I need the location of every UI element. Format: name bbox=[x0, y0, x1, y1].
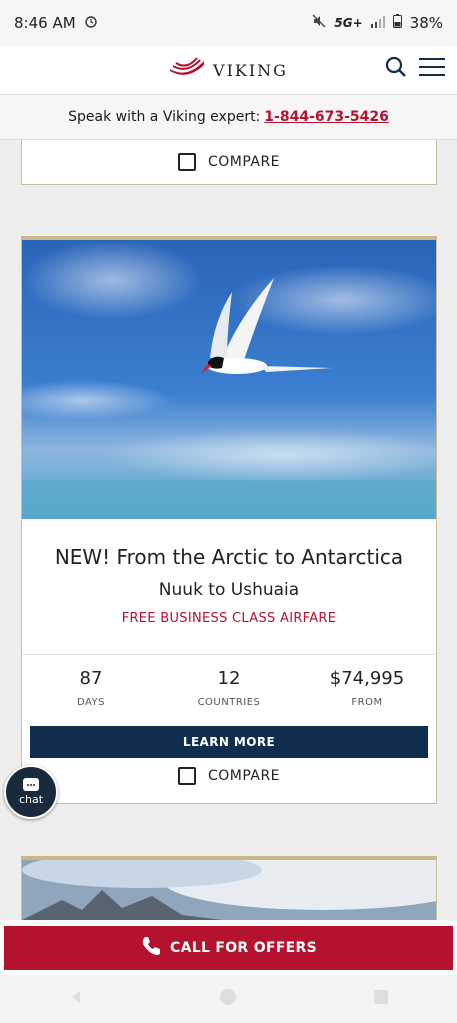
stat-countries: 12 COUNTRIES bbox=[160, 668, 298, 708]
viking-logo[interactable]: VIKING bbox=[169, 57, 288, 83]
network-label: 5G+ bbox=[334, 16, 363, 30]
mute-icon bbox=[312, 14, 326, 32]
status-time: 8:46 AM bbox=[14, 14, 76, 32]
chat-label: chat bbox=[18, 793, 44, 806]
expert-bar: Speak with a Viking expert: 1-844-673-54… bbox=[0, 94, 457, 140]
call-for-offers-button[interactable]: CALL FOR OFFERS bbox=[4, 926, 453, 970]
menu-icon[interactable] bbox=[419, 56, 445, 82]
expert-text: Speak with a Viking expert: bbox=[68, 109, 261, 125]
stat-value: 12 bbox=[217, 668, 241, 689]
checkbox-icon[interactable] bbox=[177, 767, 196, 785]
stat-label: FROM bbox=[351, 697, 383, 708]
alarm-icon bbox=[84, 14, 98, 32]
call-label: CALL FOR OFFERS bbox=[170, 940, 317, 956]
cruise-image-arctic-tern[interactable] bbox=[22, 240, 436, 519]
battery-icon bbox=[392, 14, 402, 32]
recents-icon[interactable] bbox=[373, 989, 389, 1009]
stat-label: COUNTRIES bbox=[197, 697, 261, 708]
system-nav-bar bbox=[0, 975, 457, 1023]
stat-label: DAYS bbox=[76, 697, 106, 708]
stat-value: $74,995 bbox=[329, 668, 405, 689]
signal-icon bbox=[370, 14, 385, 32]
compare-label: COMPARE bbox=[207, 768, 281, 784]
expert-phone-link[interactable]: 1-844-673-5426 bbox=[264, 109, 389, 125]
home-icon[interactable] bbox=[219, 988, 237, 1010]
checkbox-icon[interactable] bbox=[177, 153, 196, 171]
cruise-route: Nuuk to Ushuaia bbox=[158, 580, 300, 600]
cruise-list[interactable]: COMPARE NEW! From the Arctic to Antarcti… bbox=[0, 140, 457, 920]
compare-checkbox[interactable]: COMPARE bbox=[177, 153, 281, 171]
stat-price: $74,995 FROM bbox=[298, 668, 436, 708]
battery-percent: 38% bbox=[409, 14, 443, 32]
status-bar: 8:46 AM 5G+ 38% bbox=[0, 0, 457, 46]
longship-icon bbox=[169, 57, 205, 83]
brand-name: VIKING bbox=[213, 60, 288, 80]
phone-icon bbox=[140, 935, 162, 961]
promo-text: FREE BUSINESS CLASS AIRFARE bbox=[121, 611, 337, 626]
cruise-stats: 87 DAYS 12 COUNTRIES $74,995 FROM bbox=[22, 668, 436, 708]
next-card-image[interactable] bbox=[21, 856, 437, 920]
compare-checkbox[interactable]: COMPARE bbox=[177, 767, 281, 785]
site-header: VIKING bbox=[0, 46, 457, 94]
divider bbox=[22, 654, 436, 655]
previous-card: COMPARE bbox=[21, 140, 437, 185]
chat-button[interactable]: chat bbox=[4, 765, 58, 819]
stat-days: 87 DAYS bbox=[22, 668, 160, 708]
cruise-card[interactable]: NEW! From the Arctic to Antarctica Nuuk … bbox=[21, 236, 437, 804]
back-icon[interactable] bbox=[68, 989, 84, 1009]
learn-more-button[interactable]: LEARN MORE bbox=[30, 726, 428, 758]
compare-label: COMPARE bbox=[207, 154, 281, 170]
stat-value: 87 bbox=[79, 668, 103, 689]
cruise-title[interactable]: NEW! From the Arctic to Antarctica bbox=[22, 545, 436, 569]
chat-icon bbox=[23, 778, 39, 791]
search-icon[interactable] bbox=[385, 56, 407, 82]
